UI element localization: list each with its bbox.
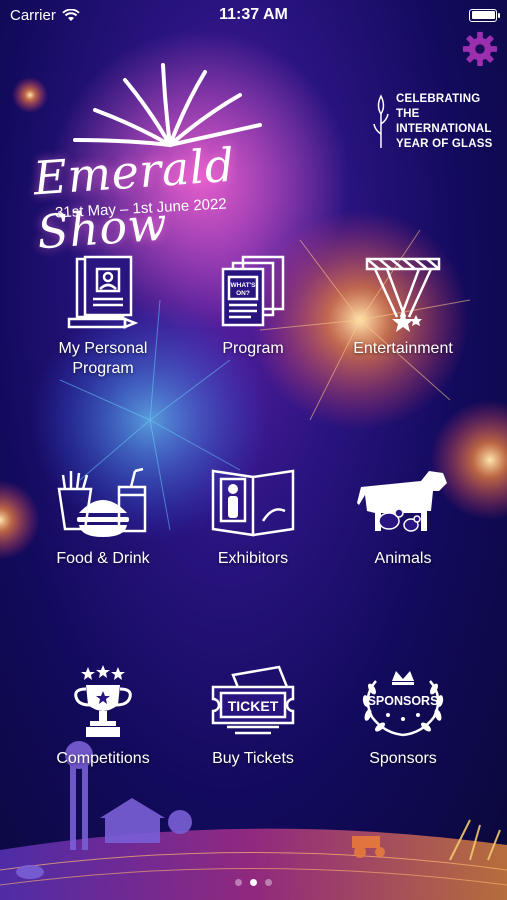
gear-icon[interactable] <box>461 30 499 68</box>
status-time: 11:37 AM <box>219 6 288 23</box>
menu-label: Sponsors <box>369 750 437 767</box>
buy-tickets-icon: TICKET <box>211 665 295 735</box>
page-dot[interactable] <box>235 879 242 886</box>
year-of-glass-badge: CELEBRATING THE INTERNATIONAL YEAR OF GL… <box>372 92 507 152</box>
entertainment-icon <box>365 257 441 332</box>
menu-item-my-personal-program[interactable]: My Personal Program <box>28 255 178 379</box>
food-drink-icon <box>57 467 147 537</box>
menu-label: Entertainment <box>353 340 453 357</box>
competitions-icon <box>74 665 132 737</box>
badge-line-2: INTERNATIONAL <box>395 123 492 135</box>
exhibitors-icon <box>211 469 295 537</box>
menu-label: Competitions <box>56 750 150 767</box>
glass-stem-icon <box>373 94 389 148</box>
ticket-text: TICKET <box>228 698 279 714</box>
show-title: Emerald Show <box>31 137 237 260</box>
menu-label: Program <box>222 340 284 357</box>
menu-item-program[interactable]: WHAT'S ON? Program <box>178 255 328 359</box>
animals-icon <box>357 471 447 532</box>
sponsors-icon: SPONSORS <box>362 671 444 737</box>
page-dot-active[interactable] <box>250 879 257 886</box>
status-bar: Carrier 11:37 AM <box>0 0 507 30</box>
menu-item-animals[interactable]: Animals <box>328 465 478 569</box>
svg-text:WHAT'S: WHAT'S <box>231 282 257 289</box>
battery-icon <box>469 8 500 22</box>
menu-label: Buy Tickets <box>212 750 294 767</box>
menu-item-entertainment[interactable]: Entertainment <box>328 255 478 359</box>
page-dot[interactable] <box>265 879 272 886</box>
menu-item-buy-tickets[interactable]: TICKET Buy Tickets <box>178 665 328 769</box>
badge-text: CELEBRATING THE INTERNATIONAL YEAR OF GL… <box>396 92 507 152</box>
badge-line-3: YEAR OF GLASS <box>395 138 493 150</box>
svg-text:ON?: ON? <box>236 290 250 297</box>
badge-line-1: CELEBRATING THE <box>395 93 481 120</box>
program-icon: WHAT'S ON? <box>221 255 285 327</box>
show-logo: Emerald Show 31st May – 1st June 2022 <box>32 60 365 259</box>
menu-item-exhibitors[interactable]: Exhibitors <box>178 465 328 569</box>
menu-label: Food & Drink <box>56 550 150 567</box>
menu-item-food-drink[interactable]: Food & Drink <box>28 465 178 569</box>
menu-item-sponsors[interactable]: SPONSORS Sponsors <box>328 665 478 769</box>
sponsors-text: SPONSORS <box>368 694 439 708</box>
personal-program-icon <box>67 255 139 329</box>
menu-label: Exhibitors <box>217 550 289 567</box>
menu-item-competitions[interactable]: Competitions <box>28 665 178 769</box>
page-indicator[interactable] <box>0 879 507 886</box>
menu-label: My Personal Program <box>58 340 148 377</box>
menu-label: Animals <box>374 550 432 567</box>
